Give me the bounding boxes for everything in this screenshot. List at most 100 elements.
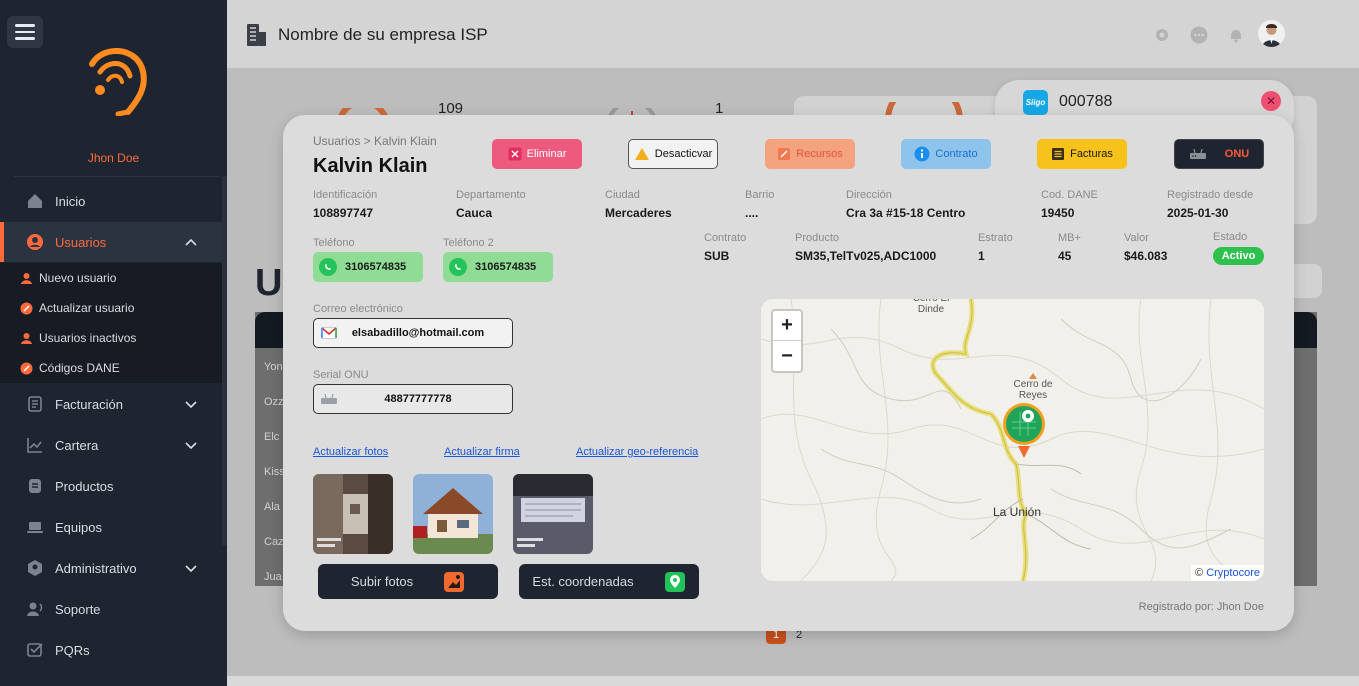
resources-button[interactable]: Recursos [765,139,855,169]
dept-value: Cauca [456,206,493,220]
sidebar-item-usuarios[interactable]: Usuarios [0,222,222,262]
breadcrumb[interactable]: Usuarios > Kalvin Klain [313,134,437,148]
admin-icon [26,559,44,577]
hamburger-menu-icon[interactable] [7,16,43,48]
location-pin-icon [664,571,685,592]
table-row: Elc [264,431,280,443]
home-icon [26,192,44,210]
since-value: 2025-01-30 [1167,206,1229,220]
edit-user-icon [20,302,33,314]
zoom-out-button[interactable]: − [773,341,801,371]
table-row: Jua [264,571,282,583]
sidebar-item-administrativo[interactable]: Administrativo [0,548,222,588]
chevron-up-icon [185,238,197,246]
client-name: Kalvin Klain [313,155,428,177]
sidebar-item-pqrs[interactable]: PQRs [0,630,222,670]
email-field[interactable]: elsabadillo@hotmail.com [313,318,513,348]
location-map[interactable]: + − Cerro El Dinde Cerro de Reyes La Uni… [761,299,1264,581]
registered-by: Registrado por: Jhon Doe [1138,601,1264,613]
inactive-user-icon [21,332,32,344]
deactivate-button[interactable]: Desacticvar [628,139,718,169]
invoices-button[interactable]: Facturas [1037,139,1127,169]
dane-value: 19450 [1041,206,1075,220]
attribution-link[interactable]: Cryptocore [1206,567,1260,579]
sidebar-item-soporte[interactable]: Soporte [0,589,222,629]
user-add-icon [21,272,32,284]
sidebar-username: Jhon Doe [87,151,140,165]
dept-label: Departamento [456,189,526,201]
table-row: Ozz [264,396,284,408]
gear-icon[interactable] [1151,24,1172,45]
topbar: Nombre de su empresa ISP [227,0,1359,68]
id-label: Identificación [313,189,378,201]
value-label: Valor [1124,232,1149,244]
bg-heading: U [255,262,283,304]
whatsapp-phone-button[interactable]: 3106574835 [313,252,423,282]
city-label: Ciudad [605,189,640,201]
table-row: Kiss [264,466,285,478]
map-zoom-controls: + − [771,309,803,373]
avatar[interactable] [1258,20,1285,47]
phone2-label: Teléfono 2 [443,237,494,249]
upload-photos-button[interactable]: Subir fotos [318,564,498,599]
chevron-down-icon [185,565,197,573]
address-value: Cra 3a #15-18 Centro [846,206,966,220]
photo-thumbnail[interactable] [313,474,393,554]
bell-icon[interactable] [1225,24,1246,45]
contract-value: SUB [704,249,730,263]
stratum-value: 1 [978,249,985,263]
sidebar-item-equipos[interactable]: Equipos [0,507,222,547]
chart-icon [26,436,44,454]
submenu-item-actualizar-usuario[interactable]: Actualizar usuario [20,301,134,315]
invoice-icon [26,395,44,413]
whatsapp-icon [449,258,467,276]
info-icon [914,146,930,162]
siigo-logo: Siigo [1023,90,1048,115]
submenu-item-codigos-dane[interactable]: Códigos DANE [20,361,120,375]
onu-serial-field[interactable]: 48877777778 [313,384,513,414]
submenu-item-usuarios-inactivos[interactable]: Usuarios inactivos [20,331,136,345]
update-photos-link[interactable]: Actualizar fotos [313,446,388,458]
status-badge: Activo [1213,247,1264,265]
warning-icon [634,148,649,160]
router-icon [1189,148,1206,159]
close-icon[interactable]: ✕ [1261,91,1281,111]
map-label-place2: Cerro de Reyes [1013,379,1053,401]
phone-label: Teléfono [313,237,355,249]
edit-icon [778,148,791,160]
table-row: Ala [264,501,280,513]
map-label-town: La Unión [992,505,1042,519]
sidebar-item-productos[interactable]: Productos [0,466,222,506]
support-icon [26,600,44,618]
id-value: 108897747 [313,206,374,220]
product-value: SM35,TelTv025,ADC1000 [795,249,937,263]
photo-thumbnail[interactable] [413,474,493,554]
photo-thumbnail[interactable] [513,474,593,554]
chevron-down-icon [185,401,197,409]
chevron-down-icon [185,442,197,450]
update-geo-link[interactable]: Actualizar geo-referencia [576,446,698,458]
gmail-icon [314,327,344,339]
contract-button[interactable]: Contrato [901,139,991,169]
onu-button[interactable]: ONU [1174,139,1264,169]
table-row: Yon [264,361,283,373]
map-marker-icon[interactable] [1002,402,1046,458]
products-icon [26,477,44,495]
update-signature-link[interactable]: Actualizar firma [444,446,520,458]
submenu-item-nuevo-usuario[interactable]: Nuevo usuario [20,271,116,285]
set-coordinates-button[interactable]: Est. coordenadas [519,564,699,599]
chat-icon[interactable] [1188,24,1209,45]
client-detail-modal: Usuarios > Kalvin Klain Kalvin Klain Eli… [283,115,1294,631]
delete-button[interactable]: Eliminar [492,139,582,169]
email-label: Correo electrónico [313,303,403,315]
whatsapp-icon [319,258,337,276]
product-label: Producto [795,232,840,244]
laptop-icon [26,518,44,536]
zoom-in-button[interactable]: + [773,311,801,341]
map-attribution: © Cryptocore [1191,565,1264,581]
sidebar-item-inicio[interactable]: Inicio [0,181,222,221]
sidebar-item-cartera[interactable]: Cartera [0,425,222,465]
sidebar-item-label: Inicio [55,193,86,209]
sidebar-item-facturacion[interactable]: Facturación [0,384,222,424]
whatsapp-phone2-button[interactable]: 3106574835 [443,252,553,282]
